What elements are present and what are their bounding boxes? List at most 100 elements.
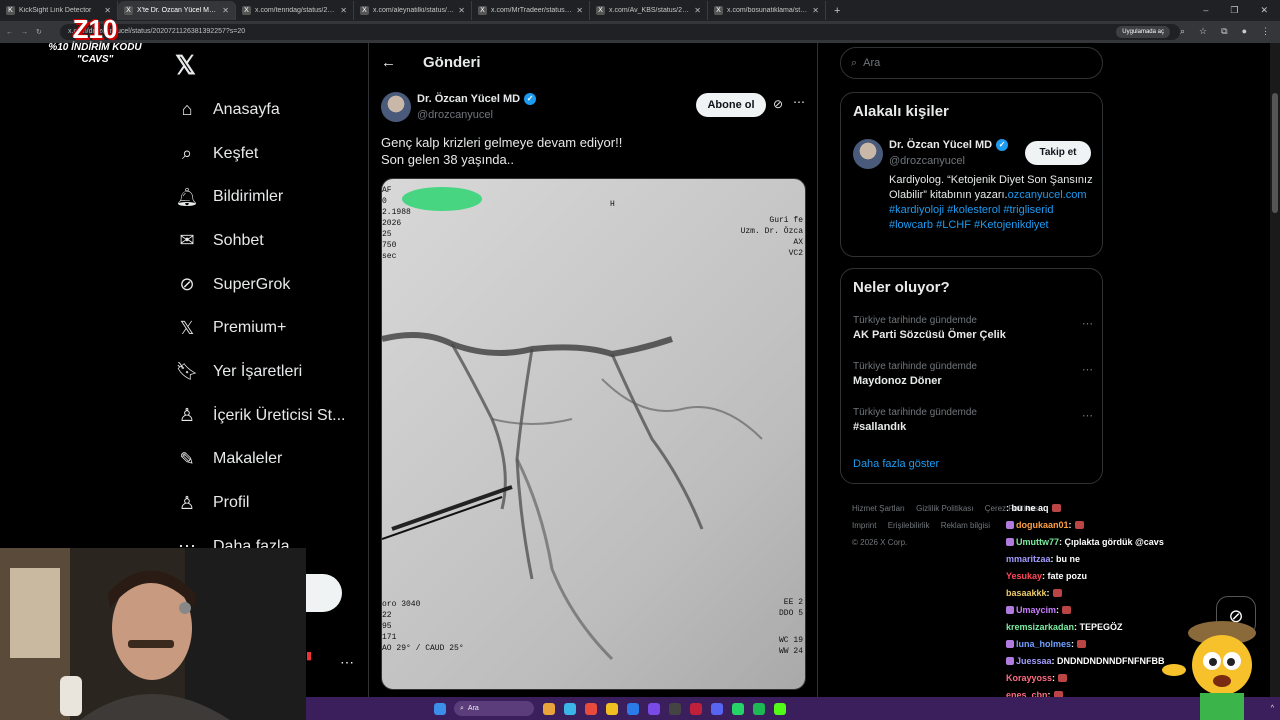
app-icon[interactable] bbox=[648, 702, 660, 715]
author-name[interactable]: Dr. Özcan Yücel MD ✓ bbox=[417, 93, 537, 105]
app-icon[interactable] bbox=[669, 702, 681, 715]
post-button[interactable] bbox=[306, 574, 342, 612]
app-icon[interactable] bbox=[543, 702, 555, 715]
forward-icon[interactable]: → bbox=[21, 29, 28, 36]
browser-tab[interactable]: Xx.com/MrTradeer/status/20201 ✕ bbox=[472, 1, 590, 20]
badge-icon bbox=[1006, 538, 1014, 546]
close-icon[interactable]: ✕ bbox=[458, 6, 465, 15]
chrome-icon[interactable] bbox=[585, 702, 597, 715]
badge-icon bbox=[1006, 640, 1014, 648]
browser-tab[interactable]: Xx.com/aleynatilki/status/20201 ✕ bbox=[354, 1, 472, 20]
menu-icon[interactable]: ⋮ bbox=[1261, 26, 1270, 37]
search-input[interactable]: ⌕ Ara bbox=[840, 47, 1103, 79]
related-handle[interactable]: @drozcanyucel bbox=[889, 155, 965, 167]
footer-link[interactable]: Reklam bilgisi bbox=[941, 521, 990, 530]
author-handle[interactable]: @drozcanyucel bbox=[417, 109, 493, 121]
address-bar[interactable]: x.com/drozcanyucel/status/20207211263813… bbox=[60, 24, 1180, 40]
maximize-icon[interactable]: ❐ bbox=[1230, 5, 1238, 16]
sidebar-item-articles[interactable]: ✎ Makaleler bbox=[172, 438, 362, 482]
app-icon[interactable] bbox=[690, 702, 702, 715]
overlay-code-text: "CAVS" bbox=[76, 54, 114, 65]
footer-link[interactable]: Erişilebilirlik bbox=[888, 521, 930, 530]
trend-item[interactable]: Türkiye tarihinde gündemde AK Parti Sözc… bbox=[853, 315, 1093, 341]
media-label-bottom-right: EE 2 DDO 5 WC 19 WW 24 bbox=[779, 597, 803, 657]
follow-button[interactable]: Takip et bbox=[1025, 141, 1091, 165]
spotify-icon[interactable] bbox=[753, 702, 765, 715]
sidebar-item-chat[interactable]: ✉ Sohbet bbox=[172, 219, 362, 263]
close-icon[interactable]: ✕ bbox=[576, 6, 583, 15]
media-text: 25 bbox=[382, 230, 392, 239]
windows-start-icon[interactable] bbox=[434, 702, 446, 715]
sidebar-item-home[interactable]: ⌂ Anasayfa bbox=[172, 88, 362, 132]
discord-icon[interactable] bbox=[711, 702, 723, 715]
grok-explain-icon[interactable]: ⊘ bbox=[773, 97, 783, 111]
chevron-up-icon[interactable]: ^ bbox=[1271, 705, 1274, 712]
sidebar-item-label: Yer İşaretleri bbox=[213, 362, 303, 380]
whatsapp-icon[interactable] bbox=[732, 702, 744, 715]
app-icon[interactable] bbox=[627, 702, 639, 715]
footer-link[interactable]: Hizmet Şartları bbox=[852, 504, 905, 513]
new-tab-icon[interactable]: + bbox=[826, 5, 848, 17]
more-icon[interactable]: ⋯ bbox=[1082, 317, 1093, 330]
trend-title: Maydonoz Döner bbox=[853, 375, 942, 387]
browser-tab-bar: K KickSight Link Detector ✕ X X'te Dr. Özca… bbox=[0, 0, 1280, 21]
more-icon[interactable]: ⋯ bbox=[1082, 363, 1093, 376]
chat-user: dogukaan01 bbox=[1016, 520, 1069, 530]
browser-tab[interactable]: Xx.com/tenridag/status/202046 ✕ bbox=[236, 1, 354, 20]
more-icon[interactable]: ⋯ bbox=[793, 95, 805, 109]
profile-avatar-icon[interactable]: ● bbox=[1242, 26, 1247, 37]
show-more-link[interactable]: Daha fazla göster bbox=[853, 458, 939, 470]
sidebar-item-supergrok[interactable]: ⊘ SuperGrok bbox=[172, 263, 362, 307]
back-icon[interactable]: ← bbox=[6, 29, 13, 36]
home-icon: ⌂ bbox=[181, 99, 193, 120]
close-icon[interactable]: ✕ bbox=[222, 6, 229, 15]
sidebar-item-premium[interactable]: 𝕏 Premium+ bbox=[172, 306, 362, 350]
post-media-angiogram[interactable]: AF 0 2.1988 2026 25 750 sec H Guri fe Uz… bbox=[381, 178, 806, 690]
zoom-icon[interactable]: ⌕ bbox=[1180, 26, 1185, 37]
bio-link[interactable]: ozcanyucel.com bbox=[1008, 189, 1087, 201]
close-icon[interactable]: ✕ bbox=[812, 6, 819, 15]
sidebar-item-creator-studio[interactable]: ♙ İçerik Üreticisi St... bbox=[172, 394, 362, 438]
back-arrow-icon[interactable]: ← bbox=[381, 54, 396, 71]
extensions-icon[interactable]: ⧉ bbox=[1221, 26, 1227, 37]
close-window-icon[interactable]: ✕ bbox=[1260, 5, 1268, 16]
badge-icon bbox=[1006, 606, 1014, 614]
footer-link[interactable]: Imprint bbox=[852, 521, 876, 530]
more-icon[interactable]: ⋯ bbox=[1082, 409, 1093, 422]
trend-item[interactable]: Türkiye tarihinde gündemde Maydonoz Döne… bbox=[853, 361, 1093, 387]
account-more-icon[interactable]: ⋯ bbox=[340, 654, 354, 671]
folder-icon[interactable] bbox=[606, 702, 618, 715]
windows-taskbar: ⌕ Ara ^ bbox=[306, 697, 1280, 720]
sidebar-item-label: İçerik Üreticisi St... bbox=[213, 406, 346, 424]
bio-hashtags[interactable]: #kardiyoloji #kolesterol #trigliserid #l… bbox=[889, 204, 1053, 231]
open-in-app-button[interactable]: Uygulamada aç bbox=[1116, 26, 1170, 38]
x-logo-icon[interactable]: 𝕏 bbox=[175, 52, 201, 78]
browser-tab[interactable]: Xx.com/bosunatiklama/status/20 ✕ bbox=[708, 1, 826, 20]
subscribe-button[interactable]: Abone ol bbox=[696, 93, 766, 117]
sidebar-item-profile[interactable]: ♙ Profil bbox=[172, 481, 362, 525]
sidebar-item-label: Sohbet bbox=[213, 231, 264, 249]
avatar[interactable] bbox=[381, 92, 411, 122]
scrollbar-thumb[interactable] bbox=[1272, 93, 1278, 213]
media-label-top-right: Guri fe Uzm. Dr. Özca AX VC2 bbox=[741, 215, 803, 259]
avatar[interactable] bbox=[853, 139, 883, 169]
sidebar-item-notifications[interactable]: 🔔︎ Bildirimler bbox=[172, 175, 362, 219]
media-text: 750 bbox=[382, 241, 397, 250]
media-text: EE 2 bbox=[783, 598, 803, 607]
kick-icon[interactable] bbox=[774, 702, 786, 715]
close-icon[interactable]: ✕ bbox=[694, 6, 701, 15]
chat-message: : bu ne aq bbox=[1006, 503, 1049, 513]
taskbar-search[interactable]: ⌕ Ara bbox=[454, 701, 534, 716]
app-icon[interactable] bbox=[564, 702, 576, 715]
sidebar-item-bookmarks[interactable]: 🔖︎ Yer İşaretleri bbox=[172, 350, 362, 394]
trend-item[interactable]: Türkiye tarihinde gündemde #sallandık ⋯ bbox=[853, 407, 1093, 433]
card-heading: Neler oluyor? bbox=[853, 279, 950, 296]
footer-link[interactable]: Gizlilik Politikası bbox=[916, 504, 973, 513]
related-name[interactable]: Dr. Özcan Yücel MD ✓ bbox=[889, 139, 1009, 151]
star-icon[interactable]: ☆ bbox=[1199, 26, 1207, 37]
browser-tab[interactable]: Xx.com/Av_KBS/status/20208 ✕ bbox=[590, 1, 708, 20]
minimize-icon[interactable]: – bbox=[1203, 5, 1208, 16]
close-icon[interactable]: ✕ bbox=[340, 6, 347, 15]
sidebar-item-explore[interactable]: ⌕ Keşfet bbox=[172, 132, 362, 176]
scrollbar[interactable] bbox=[1270, 43, 1280, 697]
